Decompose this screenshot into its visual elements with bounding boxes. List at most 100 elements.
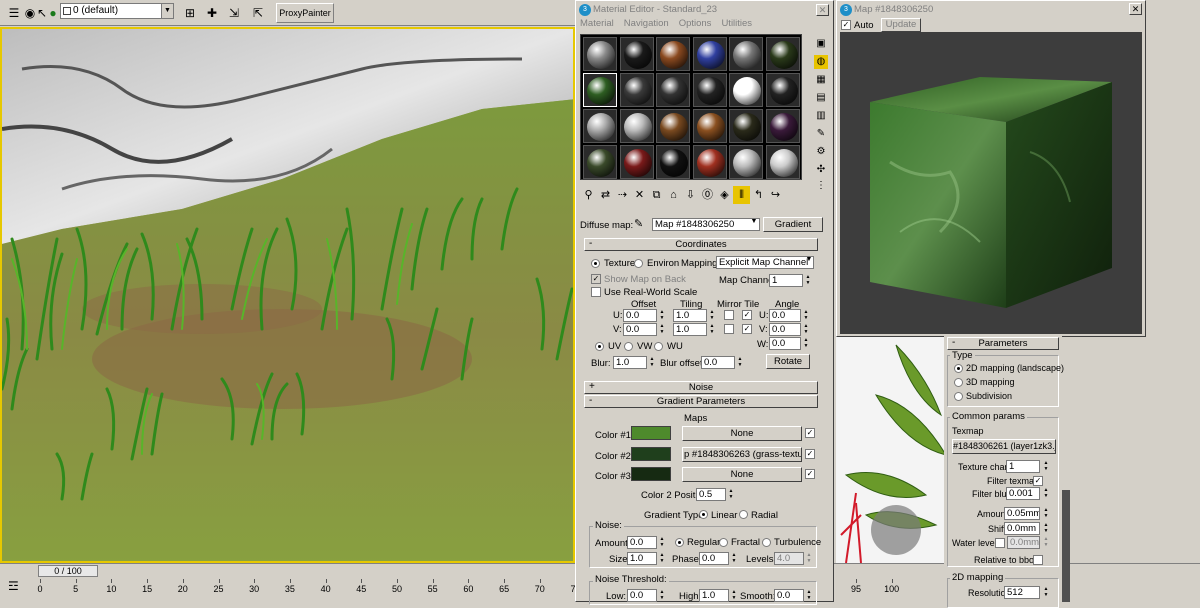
amount-field[interactable]: 0.0 — [627, 536, 657, 549]
chevron-down-icon[interactable]: ▼ — [161, 4, 173, 18]
go-forward-sibling-icon[interactable]: ↪ — [767, 186, 784, 204]
vw-radio[interactable] — [624, 342, 633, 351]
rotate-button[interactable]: Rotate — [766, 354, 810, 369]
phase-field[interactable]: 0.0 — [699, 552, 729, 565]
phase-spinner[interactable]: ▲ ▼ — [730, 552, 738, 565]
sample-slot[interactable] — [583, 73, 617, 107]
resolution-spinner[interactable]: ▲ ▼ — [1042, 586, 1050, 599]
auto-checkbox[interactable]: ✓ — [841, 20, 851, 30]
track-bar[interactable]: 051015202530354045505560657075 — [37, 579, 581, 599]
sample-slot[interactable] — [765, 37, 800, 71]
color1-swatch[interactable] — [631, 426, 671, 440]
blur-spinner[interactable]: ▲ ▼ — [648, 356, 656, 369]
background-icon[interactable]: ▦ — [814, 73, 828, 87]
plus-icon[interactable]: ✚ — [202, 3, 222, 23]
environ-radio[interactable] — [634, 259, 643, 268]
visibility-icon[interactable]: ◉ — [24, 3, 36, 23]
size-field[interactable]: 1.0 — [627, 552, 657, 565]
turbulence-radio[interactable] — [762, 538, 771, 547]
sample-slot[interactable] — [765, 109, 800, 143]
color2-position-spinner[interactable]: ▲ ▼ — [727, 488, 735, 501]
eyedropper-icon[interactable]: ✎ — [634, 217, 643, 230]
uv-tiling-icon[interactable]: ▤ — [814, 91, 828, 105]
layer-properties-icon[interactable]: ⇱ — [248, 3, 268, 23]
sample-type-icon[interactable]: ▣ — [814, 37, 828, 51]
blur-field[interactable]: 1.0 — [613, 356, 647, 369]
sample-slot[interactable] — [619, 37, 654, 71]
smooth-spinner[interactable]: ▲ ▼ — [805, 589, 813, 602]
sample-slot[interactable] — [619, 109, 654, 143]
layer-dropdown[interactable]: 0 (default) ▼ — [60, 3, 174, 19]
type-2d-radio[interactable] — [954, 364, 963, 373]
real-world-checkbox[interactable] — [591, 287, 601, 297]
blur-offset-spinner[interactable]: ▲ ▼ — [736, 356, 744, 369]
video-color-check-icon[interactable]: ▥ — [814, 109, 828, 123]
sample-slot[interactable] — [692, 73, 727, 107]
close-button[interactable]: ✕ — [816, 4, 829, 16]
w-angle-field[interactable]: 0.0 — [769, 337, 801, 350]
u-mirror-checkbox[interactable] — [724, 310, 734, 320]
map-channel-field[interactable]: 1 — [769, 274, 803, 287]
color2-position-field[interactable]: 0.5 — [696, 488, 726, 501]
layer-manager-icon[interactable]: ☰ — [4, 3, 24, 23]
linear-radio[interactable] — [699, 510, 708, 519]
texture-chan-field[interactable]: 1 — [1006, 460, 1040, 473]
shift-field[interactable]: 0.0mm — [1004, 522, 1040, 535]
filter-blur-field[interactable]: 0.001 — [1006, 487, 1040, 500]
sample-slot[interactable] — [619, 73, 654, 107]
blur-offset-field[interactable]: 0.0 — [701, 356, 735, 369]
sample-slot[interactable] — [692, 109, 727, 143]
v-tiling-field[interactable]: 1.0 — [673, 323, 707, 336]
sample-slot[interactable] — [765, 145, 800, 179]
put-to-scene-icon[interactable]: ⇄ — [597, 186, 614, 204]
track-bar-right[interactable]: 95 100 — [836, 579, 946, 599]
v-offset-field[interactable]: 0.0 — [623, 323, 657, 336]
type-3d-radio[interactable] — [954, 378, 963, 387]
mini-curve-icon[interactable]: ☲ — [8, 579, 19, 593]
high-field[interactable]: 1.0 — [699, 589, 729, 602]
fractal-radio[interactable] — [719, 538, 728, 547]
proxy-painter-button[interactable]: ProxyPainter — [276, 3, 334, 23]
menu-options[interactable]: Options — [679, 18, 712, 29]
map-type-button[interactable]: Gradient — [763, 217, 823, 232]
make-preview-icon[interactable]: ✎ — [814, 127, 828, 141]
mapping-dropdown[interactable]: Explicit Map Channel — [716, 256, 814, 269]
panel-scrollbar[interactable] — [1062, 490, 1070, 602]
v-angle-field[interactable]: 0.0 — [769, 323, 801, 336]
v-tile-checkbox[interactable]: ✓ — [742, 324, 752, 334]
material-editor-titlebar[interactable]: 3 Material Editor - Standard_23 ✕ — [577, 2, 832, 18]
color2-map-checkbox[interactable]: ✓ — [805, 449, 815, 459]
u-offset-spinner[interactable]: ▲ ▼ — [658, 309, 666, 322]
radial-radio[interactable] — [739, 510, 748, 519]
show-end-result-icon[interactable]: ⫴ — [733, 186, 750, 204]
filter-texmap-checkbox[interactable]: ✓ — [1033, 476, 1043, 486]
time-slider[interactable]: 0 / 100 — [38, 565, 98, 577]
water-level-checkbox[interactable] — [995, 538, 1005, 548]
amount-spinner[interactable]: ▲ ▼ — [658, 536, 666, 549]
sample-slot[interactable] — [583, 109, 617, 143]
u-tiling-spinner[interactable]: ▲ ▼ — [708, 309, 716, 322]
get-material-icon[interactable]: ⚲ — [580, 186, 597, 204]
color2-swatch[interactable] — [631, 447, 671, 461]
map-window-titlebar[interactable]: 3 Map #1848306250 — [838, 2, 1144, 18]
color1-map-button[interactable]: None — [682, 426, 802, 441]
v-angle-spinner[interactable]: ▲ ▼ — [802, 323, 810, 336]
uv-radio[interactable] — [595, 342, 604, 351]
sample-slot[interactable] — [729, 145, 763, 179]
color2-map-button[interactable]: p #1848306263 (grass-texture.jpg) — [682, 447, 802, 462]
chevron-down-icon[interactable]: ▼ — [805, 256, 813, 270]
add-layer-icon[interactable]: ⊞ — [180, 3, 200, 23]
wu-radio[interactable] — [654, 342, 663, 351]
high-spinner[interactable]: ▲ ▼ — [730, 589, 738, 602]
menu-material[interactable]: Material — [580, 18, 614, 29]
low-spinner[interactable]: ▲ ▼ — [658, 589, 666, 602]
u-angle-spinner[interactable]: ▲ ▼ — [802, 309, 810, 322]
amount-field[interactable]: 0.05mm — [1004, 507, 1040, 520]
w-angle-spinner[interactable]: ▲ ▼ — [802, 337, 810, 350]
sample-slot[interactable] — [583, 145, 617, 179]
sample-slot[interactable] — [765, 73, 800, 107]
v-offset-spinner[interactable]: ▲ ▼ — [658, 323, 666, 336]
regular-radio[interactable] — [675, 538, 684, 547]
sample-slot[interactable] — [656, 145, 690, 179]
noise-rollout[interactable]: + Noise — [584, 381, 818, 394]
